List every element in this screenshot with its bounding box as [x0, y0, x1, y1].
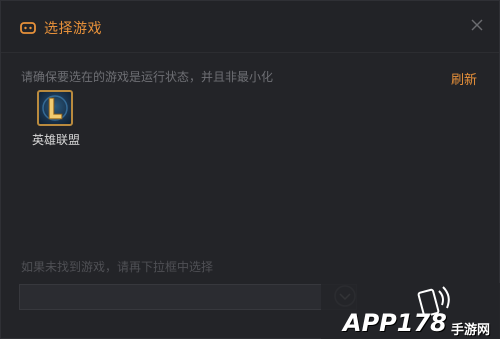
league-of-legends-icon [37, 90, 73, 126]
refresh-button[interactable]: 刷新 [451, 69, 477, 88]
game-name-label: 英雄联盟 [31, 133, 80, 147]
running-game-hint: 请确保要选在的游戏是运行状态，并且非最小化 [21, 70, 274, 84]
select-game-dialog: 选择游戏 请确保要选在的游戏是运行状态，并且非最小化 刷新 英雄联盟 如果未找到… [0, 0, 500, 339]
game-select-dropdown[interactable] [19, 284, 357, 310]
dialog-title: 选择游戏 [44, 21, 102, 37]
gamepad-icon [20, 22, 36, 34]
dropdown-hint: 如果未找到游戏，请再下拉框中选择 [21, 260, 214, 274]
dialog-titlebar: 选择游戏 [1, 1, 499, 53]
close-icon[interactable] [467, 15, 487, 35]
app178-watermark: APP178 手游网 [321, 283, 500, 339]
watermark-brand: APP178 [343, 309, 447, 337]
watermark-subtitle: 手游网 [451, 323, 491, 338]
game-item-league-of-legends[interactable]: 英雄联盟 [23, 87, 89, 149]
